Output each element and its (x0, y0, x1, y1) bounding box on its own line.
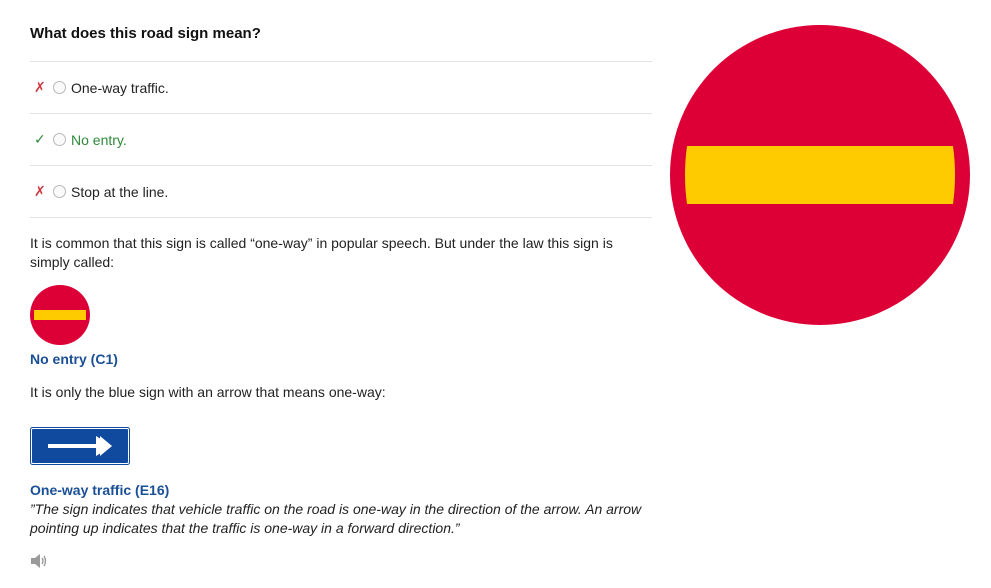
one-way-caption: One-way traffic (E16) (30, 482, 170, 498)
speaker-icon[interactable] (30, 553, 48, 569)
wrong-mark-icon: ✗ (34, 183, 46, 199)
option-label: One-way traffic. (71, 79, 169, 96)
question-title: What does this road sign mean? (30, 25, 261, 42)
no-entry-sign-large (670, 25, 970, 325)
option-label: Stop at the line. (71, 183, 169, 200)
check-mark-icon: ✓ (34, 131, 46, 147)
radio-button[interactable] (53, 133, 66, 146)
one-way-sign (30, 427, 130, 465)
option-label: No entry. (71, 131, 127, 148)
radio-button[interactable] (53, 185, 66, 198)
law-quote: ”The sign indicates that vehicle traffic… (30, 501, 642, 536)
option-no-entry[interactable]: ✓ No entry. (30, 113, 652, 165)
one-way-paragraph: It is only the blue sign with an arrow t… (30, 384, 386, 400)
radio-button[interactable] (53, 81, 66, 94)
option-stop-line[interactable]: ✗ Stop at the line. (30, 165, 652, 218)
option-one-way[interactable]: ✗ One-way traffic. (30, 61, 652, 113)
no-entry-caption: No entry (C1) (30, 351, 118, 367)
answer-options: ✗ One-way traffic. ✓ No entry. ✗ Stop at… (30, 61, 652, 218)
explanation-paragraph: It is common that this sign is called “o… (30, 235, 613, 270)
wrong-mark-icon: ✗ (34, 79, 46, 95)
no-entry-sign-small (30, 285, 90, 345)
